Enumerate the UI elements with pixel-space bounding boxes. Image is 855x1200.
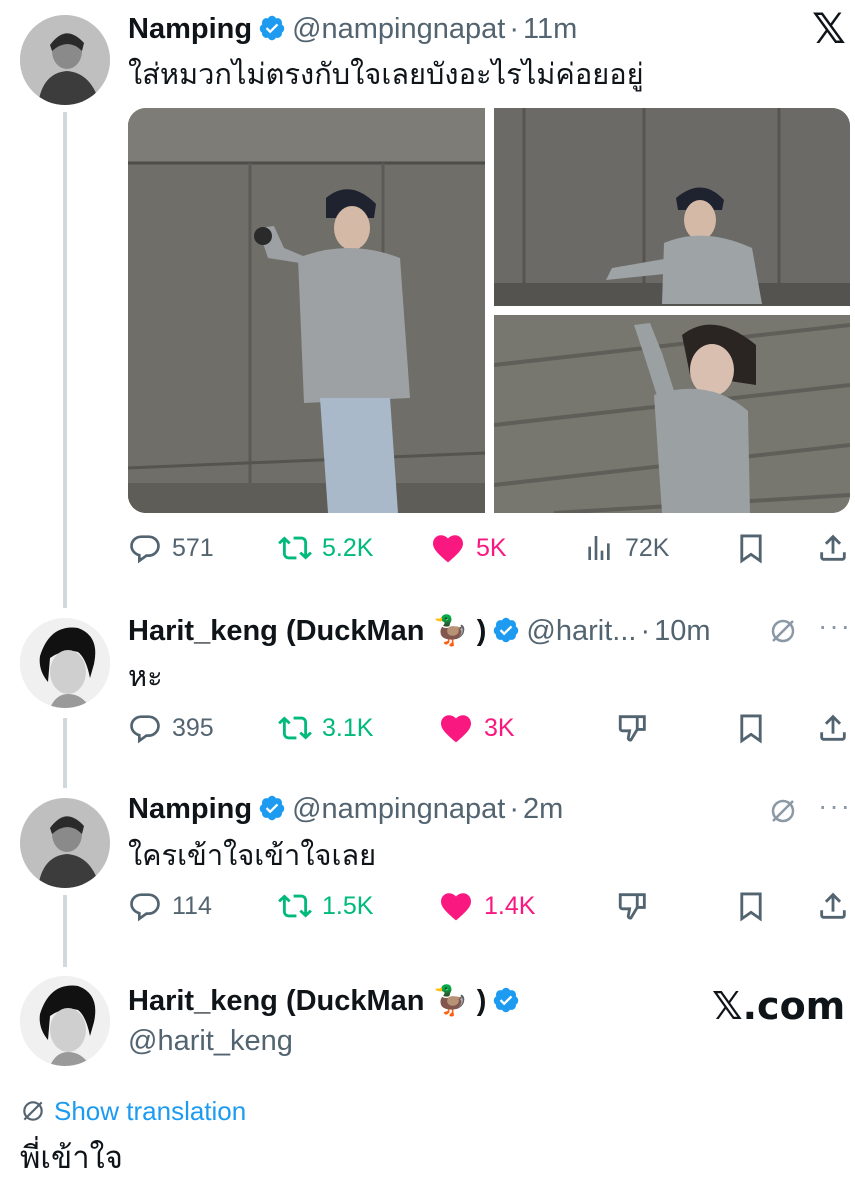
tweet3-text: ใครเข้าใจเข้าใจเลย: [128, 838, 377, 872]
bookmark-button[interactable]: [734, 528, 778, 568]
share-icon: [820, 534, 846, 561]
show-translation-label: Show translation: [54, 1095, 247, 1126]
tweet2-handle[interactable]: @harit...: [526, 615, 636, 647]
heart-icon: [433, 535, 463, 563]
translate-icon[interactable]: [768, 796, 798, 826]
tweet1-sep: ·: [509, 13, 519, 45]
thread-line-1: [63, 112, 67, 608]
tweet3-name[interactable]: Namping: [128, 793, 252, 825]
tweet2-actions: 395 3.1K 3K: [128, 708, 850, 748]
share-button[interactable]: [816, 528, 855, 568]
avatar-harit[interactable]: [20, 618, 110, 708]
bookmark-icon: [740, 534, 762, 564]
like-button[interactable]: 3K: [438, 708, 515, 748]
reply-icon: [130, 535, 160, 564]
tweet2-sep: ·: [640, 615, 651, 647]
show-translation-link[interactable]: Show translation: [20, 1094, 246, 1128]
tweet1-photo-3[interactable]: [494, 315, 850, 513]
reply-icon: [130, 715, 160, 744]
dislike-icon: [618, 715, 646, 742]
tweet3-actions: 114 1.5K 1.4K: [128, 886, 850, 926]
last-header: Harit_keng (DuckMan 🦆 ): [128, 984, 526, 1018]
avatar-namping[interactable]: [20, 15, 110, 105]
tweet1-name[interactable]: Namping: [128, 13, 252, 45]
like-count: 3K: [484, 713, 515, 742]
share-button[interactable]: [816, 708, 855, 748]
dislike-button[interactable]: [616, 708, 660, 748]
verified-badge-icon: [259, 15, 285, 41]
reply-count: 571: [172, 533, 214, 562]
last-name[interactable]: Harit_keng (DuckMan 🦆 ): [128, 985, 486, 1017]
like-count: 1.4K: [484, 891, 536, 920]
more-icon[interactable]: ···: [818, 790, 852, 822]
tweet1-header: Namping @nampingnapat · 11m: [128, 12, 577, 46]
heart-icon: [441, 893, 471, 921]
dislike-icon: [618, 893, 646, 920]
retweet-icon: [278, 716, 312, 740]
share-icon: [820, 892, 846, 919]
more-icon[interactable]: ···: [818, 610, 852, 642]
reply-button[interactable]: 114: [128, 886, 212, 926]
tweet3-header: Namping @nampingnapat · 2m: [128, 792, 563, 826]
reply-count: 395: [172, 713, 214, 742]
tweet1-time[interactable]: 11m: [523, 13, 577, 45]
last-handle[interactable]: @harit_keng: [128, 1024, 293, 1058]
bookmark-button[interactable]: [734, 708, 778, 748]
retweet-button[interactable]: 1.5K: [278, 886, 373, 926]
retweet-button[interactable]: 3.1K: [278, 708, 373, 748]
tweet2-time[interactable]: 10m: [654, 615, 710, 647]
like-button[interactable]: 1.4K: [438, 886, 535, 926]
views-count: 72K: [625, 533, 670, 562]
translate-icon[interactable]: [768, 616, 798, 646]
tweet1-photo-1[interactable]: [128, 108, 485, 513]
retweet-icon: [278, 894, 312, 918]
thread-line-3: [63, 895, 67, 967]
bookmark-icon: [740, 892, 762, 922]
tweet3-time[interactable]: 2m: [523, 793, 563, 825]
avatar-harit[interactable]: [20, 976, 110, 1066]
reply-button[interactable]: 395: [128, 708, 214, 748]
like-count: 5K: [476, 533, 507, 562]
share-button[interactable]: [816, 886, 855, 926]
like-button[interactable]: 5K: [430, 528, 507, 568]
retweet-count: 3.1K: [322, 713, 374, 742]
retweet-button[interactable]: 5.2K: [278, 528, 373, 568]
tweet1-handle[interactable]: @nampingnapat: [292, 13, 505, 45]
verified-badge-icon: [494, 987, 519, 1013]
share-icon: [820, 714, 846, 741]
views-button[interactable]: 72K: [583, 528, 669, 568]
reply-icon: [130, 893, 160, 922]
translate-icon: [23, 1101, 43, 1121]
tweet2-header: Harit_keng (DuckMan 🦆 ) @harit... · 10m: [128, 614, 711, 648]
verified-badge-icon: [259, 795, 285, 821]
retweet-count: 1.5K: [322, 891, 374, 920]
tweet3-sep: ·: [509, 793, 519, 825]
verified-badge-icon: [494, 617, 519, 643]
retweet-icon: [278, 536, 312, 560]
reply-count: 114: [172, 891, 212, 920]
x-com-watermark: 𝕏.com: [712, 984, 846, 1028]
thread-line-2: [63, 718, 67, 788]
x-logo-icon[interactable]: 𝕏: [812, 5, 846, 53]
tweet2-text: หะ: [128, 659, 163, 693]
reply-button[interactable]: 571: [128, 528, 214, 568]
retweet-count: 5.2K: [322, 533, 374, 562]
tweet1-actions: 571 5.2K 5K 72K: [128, 528, 850, 568]
dislike-button[interactable]: [616, 886, 660, 926]
tweet3-handle[interactable]: @nampingnapat: [292, 793, 505, 825]
tweet2-name[interactable]: Harit_keng (DuckMan 🦆 ): [128, 615, 486, 647]
views-icon: [588, 536, 610, 560]
last-text: พี่เข้าใจ: [20, 1140, 123, 1176]
tweet1-text: ใส่หมวกไม่ตรงกับใจเลยบังอะไรไม่ค่อยอยู่: [128, 57, 644, 91]
tweet1-photo-2[interactable]: [494, 108, 850, 306]
bookmark-icon: [740, 714, 762, 744]
avatar-namping[interactable]: [20, 798, 110, 888]
bookmark-button[interactable]: [734, 886, 778, 926]
tweet1-media[interactable]: [128, 108, 850, 513]
heart-icon: [441, 715, 471, 743]
